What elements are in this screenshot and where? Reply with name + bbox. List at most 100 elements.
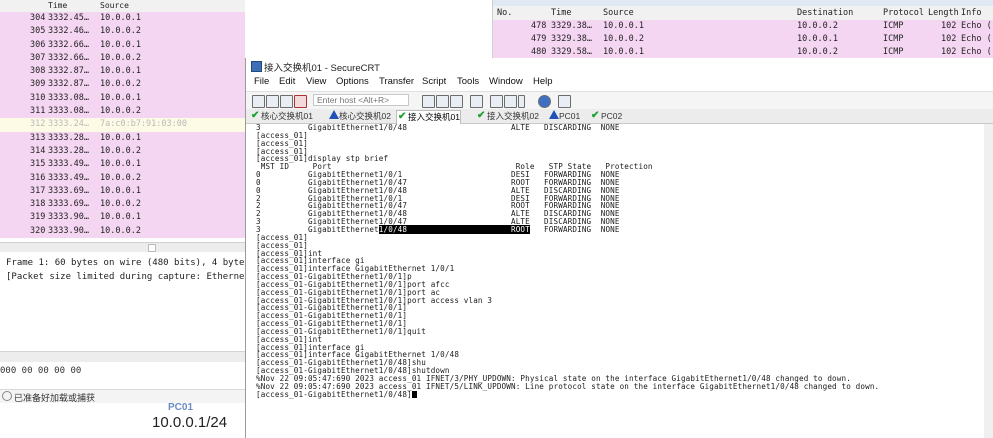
terminal-line: [access_01]int — [256, 249, 992, 258]
table-row[interactable]: 311 3333.08… 10.0.0.2 — [0, 105, 245, 119]
global-options-icon[interactable] — [504, 95, 517, 108]
table-row[interactable]: 318 3333.69… 10.0.0.2 — [0, 198, 245, 212]
copy-icon[interactable] — [422, 95, 435, 108]
table-row[interactable]: 320 3333.90… 10.0.0.2 — [0, 224, 245, 239]
menu-edit[interactable]: Edit — [279, 76, 295, 87]
table-row[interactable]: 310 3333.08… 10.0.0.1 — [0, 91, 245, 106]
menu-bar: File Edit View Options Transfer Script T… — [246, 74, 993, 90]
securecrt-app-icon — [251, 61, 262, 72]
menu-transfer[interactable]: Transfer — [379, 76, 414, 87]
packet-source: 10.0.0.2 — [100, 79, 141, 90]
column-no[interactable]: No. — [497, 8, 512, 18]
warning-triangle-icon — [329, 110, 339, 119]
session-tab[interactable]: ✔ 接入交换机02 — [476, 110, 539, 123]
packet-source: 10.0.0.2 — [100, 172, 141, 183]
packet-time: 3332.46… — [48, 26, 89, 37]
detail-line[interactable]: [Packet size limited during capture: Eth… — [0, 270, 245, 284]
connected-check-icon: ✔ — [398, 111, 407, 122]
connect-icon[interactable] — [252, 95, 265, 108]
packet-protocol: ICMP — [883, 21, 904, 31]
column-time[interactable]: Time — [551, 8, 571, 18]
packet-info: Echo ( — [961, 34, 992, 44]
packet-no: 314 — [30, 145, 46, 156]
packet-list: 478 3329.38… 10.0.0.1 10.0.0.2 ICMP 102 Echo (… — [493, 20, 993, 58]
session-tab[interactable]: PC01 — [548, 110, 580, 123]
table-row[interactable]: 316 3333.49… 10.0.0.2 — [0, 171, 245, 185]
packet-source: 10.0.0.2 — [100, 106, 141, 117]
detail-line[interactable]: Frame 1: 60 bytes on wire (480 bits), 4 … — [0, 256, 245, 270]
table-row[interactable]: 3043332.45…10.0.0.110.0.0.2ICMP102Echo ( — [0, 12, 245, 26]
help-icon[interactable] — [538, 95, 551, 108]
menu-script[interactable]: Script — [422, 76, 446, 87]
terminal-line: 3 GigabitEthernet1/0/48 ROOT FORWARDING … — [256, 224, 992, 234]
horizontal-scrollbar[interactable] — [0, 242, 245, 252]
connect-tab-icon[interactable] — [280, 95, 293, 108]
menu-help[interactable]: Help — [533, 76, 553, 87]
packet-info: Echo ( — [961, 21, 992, 31]
packet-time: 3333.24… — [48, 119, 89, 130]
host-input[interactable] — [313, 94, 409, 106]
packet-time: 3332.87… — [48, 66, 89, 77]
scrollbar-thumb[interactable] — [148, 244, 156, 252]
session-tab[interactable]: 核心交换机02 — [328, 110, 391, 123]
packet-source: 7a:c0:b7:91:03:00 — [100, 119, 187, 130]
table-row[interactable]: 309 3332.87… 10.0.0.2 — [0, 78, 245, 92]
pane-divider[interactable] — [0, 351, 245, 362]
packet-source: 10.0.0.1 — [100, 185, 141, 196]
paste-icon[interactable] — [436, 95, 449, 108]
session-tab[interactable]: ✔ 核心交换机01 — [250, 110, 313, 123]
table-row[interactable]: 313 3333.28… 10.0.0.1 — [0, 131, 245, 145]
column-protocol[interactable]: Protocol — [883, 8, 924, 18]
menu-tools[interactable]: Tools — [457, 76, 479, 87]
table-row[interactable]: 479 3329.38… 10.0.0.2 10.0.0.1 ICMP 102 Echo ( — [493, 33, 993, 46]
table-row[interactable]: 312 3333.24… 7a:c0:b7:91:03:00 — [0, 118, 245, 132]
table-row[interactable]: 3053332.46…10.0.0.210.0.0.1ICMP102Echo ( — [0, 25, 245, 39]
packet-no: 306 — [30, 39, 46, 50]
column-source[interactable]: Source — [100, 1, 129, 10]
packet-time: 3333.49… — [48, 172, 89, 183]
table-row[interactable]: 319 3333.90… 10.0.0.1 — [0, 211, 245, 225]
packet-no: 310 — [30, 92, 46, 103]
session-options-icon[interactable] — [490, 95, 503, 108]
packet-time: 3333.08… — [48, 106, 89, 117]
menu-file[interactable]: File — [254, 76, 269, 87]
table-row[interactable]: 3063332.66…10.0.0.110.0.0.2ICMP102Echo ( — [0, 38, 245, 52]
table-row[interactable]: 307 3332.66… 10.0.0.2 — [0, 51, 245, 66]
packet-length: 102 — [941, 47, 957, 57]
packet-source: 10.0.0.2 — [100, 26, 141, 37]
terminal-output[interactable]: 3 GigabitEthernet1/0/48 ALTE DISCARDING … — [256, 124, 992, 438]
table-row[interactable]: 315 3333.49… 10.0.0.1 — [0, 158, 245, 172]
table-row[interactable]: 314 3333.28… 10.0.0.2 — [0, 144, 245, 159]
keymap-icon[interactable] — [518, 95, 525, 108]
column-info[interactable]: Info — [961, 8, 981, 18]
connected-check-icon: ✔ — [477, 110, 486, 121]
menu-view[interactable]: View — [306, 76, 326, 87]
packet-time: 3333.69… — [48, 199, 89, 210]
quick-connect-icon[interactable] — [266, 95, 279, 108]
window-titlebar[interactable]: 接入交换机01 - SecureCRT — [246, 58, 993, 75]
terminal-line: [access_01]int — [256, 335, 992, 344]
column-source[interactable]: Source — [603, 8, 634, 18]
topology-node-pc01[interactable]: PC01 10.0.0.1/24 — [0, 402, 245, 438]
column-time[interactable]: Time — [48, 1, 67, 10]
column-length[interactable]: Length — [928, 8, 959, 18]
table-row[interactable]: 308 3332.87… 10.0.0.1 — [0, 65, 245, 79]
table-row[interactable]: 317 3333.69… 10.0.0.1 — [0, 184, 245, 199]
find-icon[interactable] — [450, 95, 463, 108]
table-row[interactable]: 478 3329.38… 10.0.0.1 10.0.0.2 ICMP 102 Echo ( — [493, 20, 993, 33]
session-tab[interactable]: ✔ 接入交换机01 — [396, 110, 461, 124]
disconnect-icon[interactable] — [294, 95, 307, 108]
terminal-text: FORWARDING NONE — [529, 224, 620, 234]
menu-window[interactable]: Window — [489, 76, 523, 87]
terminal-line: [access_01] — [256, 139, 992, 148]
menu-options[interactable]: Options — [336, 76, 369, 87]
session-tab[interactable]: ✔ PC02 — [590, 110, 622, 123]
column-destination[interactable]: Destination — [797, 8, 853, 18]
window-icon[interactable] — [558, 95, 571, 108]
packet-source: 10.0.0.2 — [100, 145, 141, 156]
packet-source: 10.0.0.1 — [100, 39, 141, 50]
print-icon[interactable] — [470, 95, 483, 108]
table-row[interactable]: 480 3329.58… 10.0.0.1 10.0.0.2 ICMP 102 Echo ( — [493, 46, 993, 58]
packet-details: Frame 1: 60 bytes on wire (480 bits), 4 … — [0, 256, 245, 346]
terminal-scrollbar[interactable] — [984, 124, 993, 438]
